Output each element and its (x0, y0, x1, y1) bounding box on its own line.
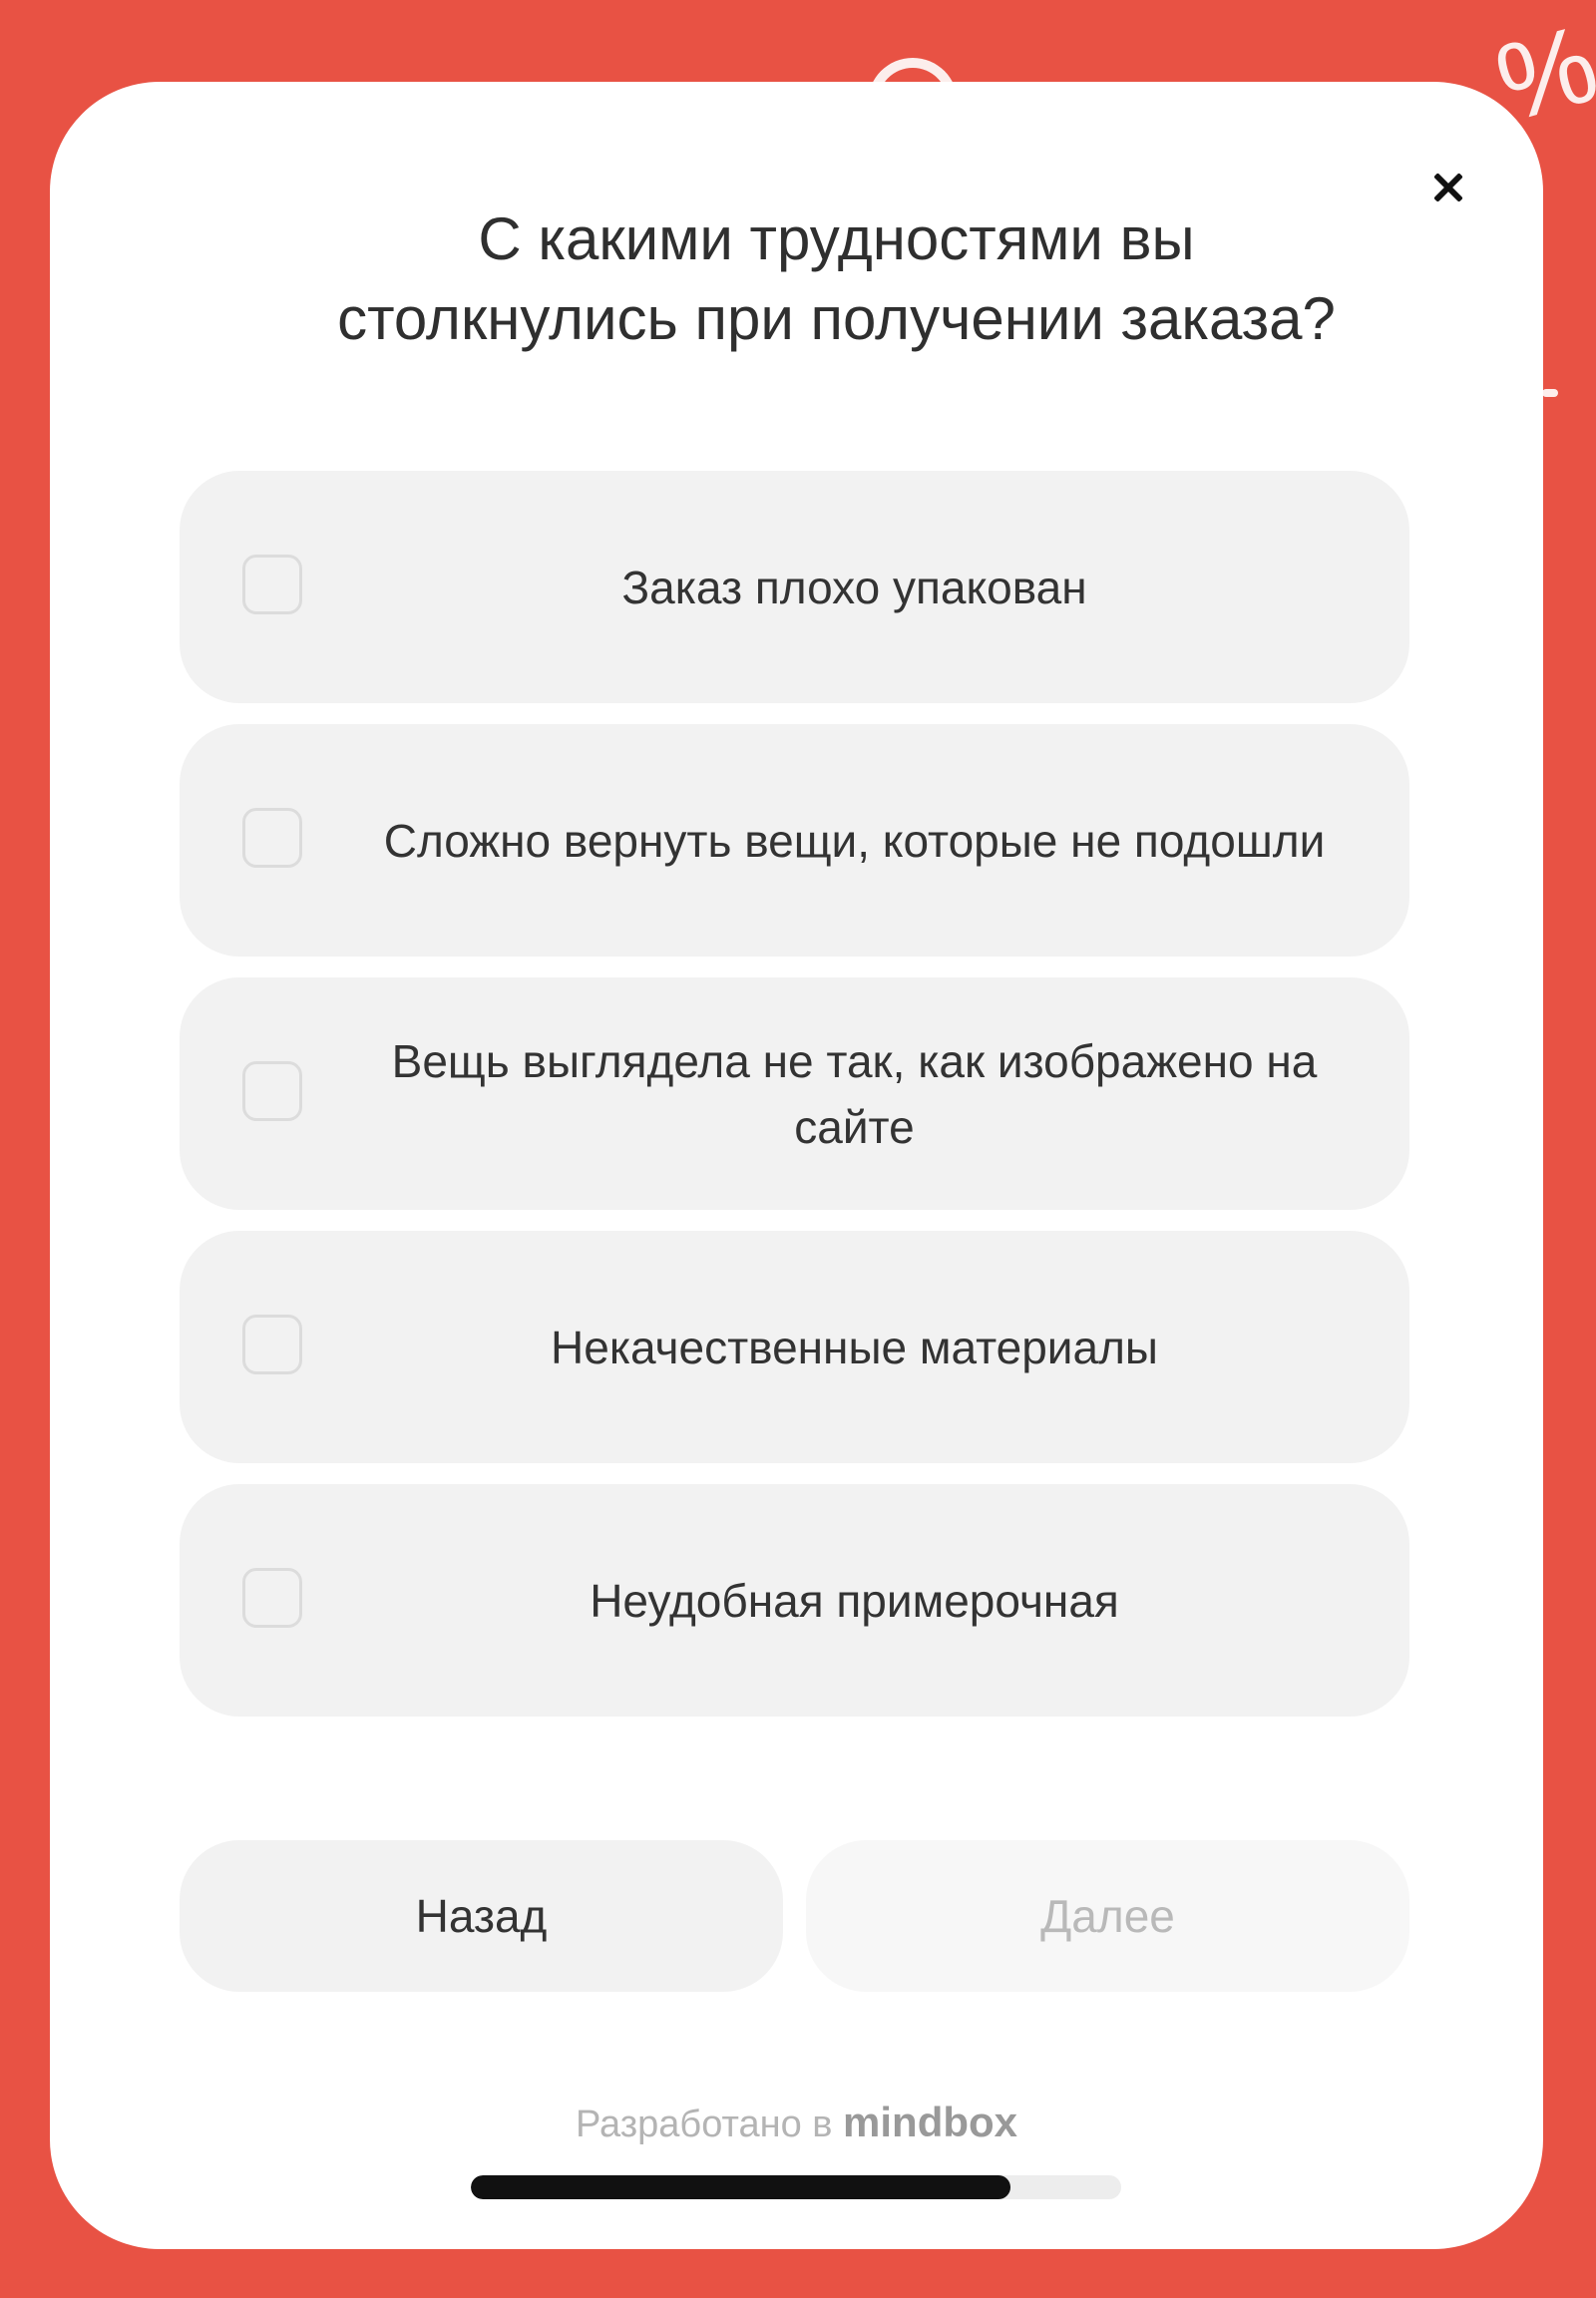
survey-question: С какими трудностями вы столкнулись при … (337, 205, 1336, 352)
mindbox-logo[interactable]: mindbox (843, 2099, 1017, 2145)
option-label: Сложно вернуть вещи, которые не подошли (383, 814, 1326, 867)
option-item-looked-different[interactable]: Вещь выглядела не так, как изображено на… (180, 977, 1409, 1210)
checkbox[interactable] (242, 807, 302, 868)
powered-by: Разработано в mindbox (50, 2099, 1543, 2146)
progress-bar (471, 2175, 1121, 2199)
navigation-buttons: Назад Далее (180, 1840, 1409, 1992)
checkbox[interactable] (242, 1567, 302, 1628)
back-button[interactable]: Назад (180, 1840, 783, 1992)
option-label: Неудобная примерочная (590, 1574, 1119, 1627)
progress-bar-fill (471, 2175, 1011, 2199)
option-item-packaging[interactable]: Заказ плохо упакован (180, 471, 1409, 703)
option-label: Вещь выглядела не так, как изображено на… (391, 1034, 1318, 1153)
checkbox[interactable] (242, 1314, 302, 1374)
background-tick-decoration (1542, 389, 1558, 397)
option-label: Заказ плохо упакован (621, 561, 1087, 613)
next-button[interactable]: Далее (806, 1840, 1409, 1992)
powered-by-text: Разработано в (575, 2104, 833, 2145)
checkbox[interactable] (242, 554, 302, 614)
option-label: Некачественные материалы (551, 1321, 1158, 1373)
survey-modal: С какими трудностями вы столкнулись при … (50, 82, 1543, 2249)
option-item-returns[interactable]: Сложно вернуть вещи, которые не подошли (180, 724, 1409, 957)
option-item-fitting-room[interactable]: Неудобная примерочная (180, 1484, 1409, 1717)
checkbox[interactable] (242, 1060, 302, 1121)
options-list: Заказ плохо упакован Сложно вернуть вещи… (180, 471, 1409, 1737)
option-item-materials[interactable]: Некачественные материалы (180, 1231, 1409, 1463)
